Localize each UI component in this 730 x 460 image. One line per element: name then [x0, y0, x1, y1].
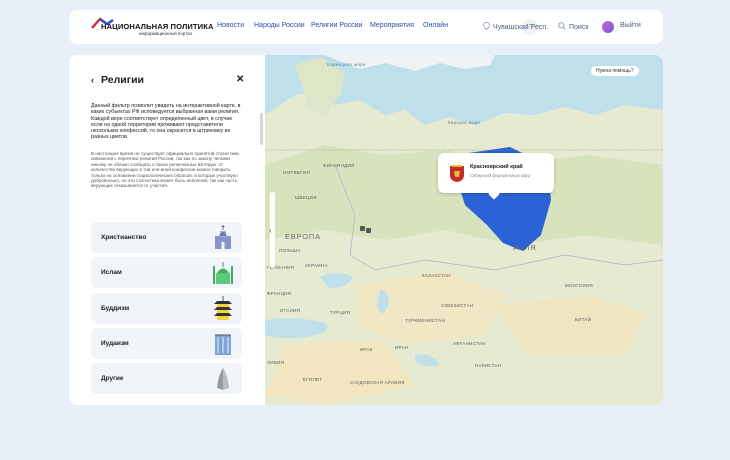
chevron-left-icon[interactable]: ‹: [269, 226, 272, 235]
label-uzbekistan: УЗБЕКИСТАН: [441, 303, 474, 308]
label-mongolia: МОНГОЛИЯ: [565, 283, 593, 288]
label-pakistan: ПАКИСТАН: [475, 363, 502, 368]
label-iraq: ИРАК: [360, 347, 373, 352]
label-asia: АЗИЯ: [513, 243, 537, 252]
search-icon: [558, 22, 566, 30]
logo-title: НАЦИОНАЛЬНАЯ ПОЛИТИКА: [101, 22, 214, 31]
label-libya: ЛИВИЯ: [267, 360, 285, 365]
religion-label: Ислам: [101, 269, 122, 276]
label-china: КИТАЙ: [575, 317, 592, 322]
nav-news[interactable]: Новости: [217, 22, 244, 29]
label-norway: НОРВЕГИЯ: [283, 170, 311, 175]
panel-scrollbar[interactable]: [260, 113, 263, 145]
nav-peoples[interactable]: Народы России: [254, 22, 305, 29]
panel-title: Религии: [101, 74, 144, 86]
label-kara-sea: Карское море: [448, 120, 481, 125]
interactive-map[interactable]: Баренцево море Карское море ЕВРОПА АЗИЯ …: [265, 55, 663, 405]
main-container: ‹ Религии ✕ Данный фильтр позволит увиде…: [69, 55, 663, 405]
top-header: НАЦИОНАЛЬНАЯ ПОЛИТИКА информационный пор…: [69, 10, 663, 44]
logout-link[interactable]: Выйти: [620, 22, 641, 29]
region-label: Чувашская Респ.: [493, 24, 549, 31]
popup-district: Сибирский федеральный округ: [470, 173, 531, 178]
label-iran: ИРАН: [395, 345, 409, 350]
label-sweden: ШВЕЦИЯ: [295, 195, 317, 200]
label-egypt: ЕГИПЕТ: [303, 377, 323, 382]
religion-label: Буддизм: [101, 305, 130, 312]
user-avatar[interactable]: [602, 21, 614, 33]
religion-card-other[interactable]: Другие: [91, 363, 242, 394]
site-logo[interactable]: НАЦИОНАЛЬНАЯ ПОЛИТИКА информационный пор…: [91, 17, 213, 39]
label-turkmenistan: ТУРКМЕНИСТАН: [405, 318, 446, 323]
map-canvas: [265, 55, 663, 405]
nav-events[interactable]: Мероприятия: [370, 22, 414, 29]
region-popup[interactable]: Красноярский край Сибирский федеральный …: [438, 153, 554, 200]
label-turkey: ТУРЦИЯ: [330, 310, 351, 315]
label-france: ФРАНЦИЯ: [267, 291, 292, 296]
label-ukraine: УКРАИНА: [305, 263, 328, 268]
label-kazakhstan: КАЗАХСТАН: [422, 273, 451, 278]
region-selector[interactable]: Чувашская Респ.: [483, 22, 548, 31]
label-afghanistan: АФГАНИСТАН: [453, 341, 486, 346]
mosque-icon: [213, 262, 233, 284]
location-pin-icon: [483, 22, 490, 31]
menorah-icon: [215, 334, 231, 355]
nav-religions[interactable]: Религии России: [311, 22, 362, 29]
religion-card-judaism[interactable]: Иудаизм: [91, 328, 242, 359]
coat-of-arms-icon: [450, 165, 464, 182]
praying-hands-icon: [217, 368, 229, 390]
label-finland: ФИНЛЯНДИЯ: [323, 163, 355, 168]
help-button[interactable]: Нужна помощь?: [591, 66, 639, 76]
nav-online[interactable]: Онлайн: [423, 22, 448, 29]
religion-filter-panel: ‹ Религии ✕ Данный фильтр позволит увиде…: [69, 55, 265, 405]
popup-region-name: Красноярский край: [470, 164, 523, 170]
close-icon[interactable]: ✕: [236, 74, 244, 85]
label-poland: ПОЛЬША: [279, 248, 301, 253]
panel-note: В настоящее время не существует официаль…: [91, 151, 240, 189]
religion-card-buddhism[interactable]: Буддизм: [91, 293, 242, 324]
search-label: Поиск: [569, 24, 589, 31]
religion-label: Другие: [101, 375, 124, 382]
search-button[interactable]: Поиск: [558, 22, 588, 31]
religion-card-christianity[interactable]: Христианство: [91, 222, 242, 253]
church-icon: [215, 225, 231, 249]
religion-label: Христианство: [101, 234, 147, 241]
panel-description: Данный фильтр позволит увидеть на интера…: [91, 103, 241, 141]
chevron-left-icon[interactable]: ‹: [91, 75, 94, 85]
label-europe: ЕВРОПА: [285, 232, 321, 241]
logo-subtitle: информационный портал: [139, 31, 193, 36]
religion-label: Иудаизм: [101, 340, 129, 347]
pagoda-icon: [214, 296, 232, 320]
label-barents-sea: Баренцево море: [327, 62, 366, 67]
label-saudi-arabia: САУДОВСКАЯ АРАВИЯ: [350, 380, 405, 385]
religion-card-islam[interactable]: Ислам: [91, 257, 242, 288]
label-italy: ИТАЛИЯ: [280, 308, 301, 313]
